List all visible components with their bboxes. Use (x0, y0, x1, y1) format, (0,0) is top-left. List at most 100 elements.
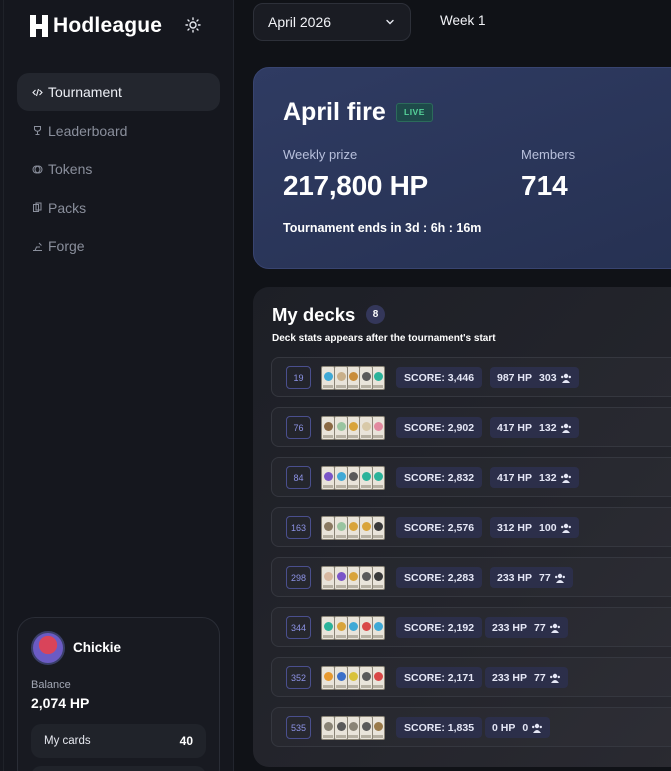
deck-card-thumbnail (321, 366, 335, 390)
deck-row[interactable]: 352 SCORE: 2,171 233 HP 77 (271, 657, 671, 697)
deck-hp: 312 HP (497, 521, 533, 534)
deck-score: SCORE: 2,283 (396, 567, 483, 588)
user-menu-item[interactable] (31, 766, 206, 771)
deck-id-badge: 298 (286, 566, 311, 589)
deck-prize-chip: 312 HP 100 (490, 517, 579, 538)
deck-card-thumbnail (358, 366, 373, 390)
deck-card-thumbnail (346, 466, 360, 490)
week-tab[interactable]: Week 1 (440, 13, 486, 28)
nav-item-label: Packs (48, 199, 87, 216)
avatar[interactable] (31, 631, 65, 665)
deck-prize-chip: 987 HP 303 (490, 367, 579, 388)
deck-card-thumbnail (346, 616, 360, 640)
deck-card-thumbnail (333, 566, 348, 590)
deck-hp: 987 HP (497, 371, 533, 384)
deck-card-thumbnail (333, 366, 348, 390)
nav-item-label: Leaderboard (48, 122, 128, 139)
deck-card-thumbnail (358, 616, 373, 640)
deck-cards (321, 716, 385, 740)
deck-row[interactable]: 344 SCORE: 2,192 233 HP 77 (271, 607, 671, 647)
live-badge: LIVE (396, 103, 433, 122)
deck-id-badge: 163 (286, 516, 311, 539)
deck-card-thumbnail (371, 616, 385, 640)
deck-members-count: 132 (539, 471, 557, 484)
sidebar-edge (3, 0, 4, 771)
crowd-icon (560, 473, 571, 483)
deck-id-badge: 76 (286, 416, 311, 439)
decks-count-badge: 8 (366, 305, 385, 324)
deck-card-thumbnail (358, 716, 373, 740)
deck-score: SCORE: 1,835 (396, 717, 483, 738)
deck-prize-chip: 233 HP 77 (485, 617, 568, 638)
deck-members-count: 0 (522, 721, 529, 734)
nav-item-label: Tournament (48, 84, 122, 100)
deck-card-thumbnail (333, 716, 348, 740)
deck-card-thumbnail (358, 566, 373, 590)
prize-label: Weekly prize (283, 147, 358, 162)
deck-id-badge: 344 (286, 616, 311, 639)
deck-prize-chip: 233 HP 77 (490, 567, 573, 588)
deck-card-thumbnail (371, 466, 385, 490)
deck-row[interactable]: 19 SCORE: 3,446 987 HP 303 (271, 357, 671, 397)
deck-prize-chip: 233 HP 77 (485, 667, 568, 688)
month-select[interactable]: April 2026 (253, 3, 411, 41)
deck-hp: 0 HP (492, 721, 516, 734)
nav-item-tournament[interactable]: Tournament (17, 73, 220, 111)
deck-card-thumbnail (333, 466, 348, 490)
deck-card-thumbnail (321, 616, 335, 640)
deck-members-count: 77 (534, 671, 546, 684)
my-cards-count: 40 (179, 734, 193, 748)
deck-row[interactable]: 163 SCORE: 2,576 312 HP 100 (271, 507, 671, 547)
deck-cards (321, 516, 385, 540)
deck-hp: 233 HP (497, 571, 533, 584)
deck-score: SCORE: 2,832 (396, 467, 483, 488)
members-value: 714 (521, 170, 568, 201)
nav-item-packs[interactable]: Packs (17, 189, 220, 227)
deck-card-thumbnail (346, 666, 360, 690)
deck-members-count: 303 (539, 371, 557, 384)
decks-subtitle: Deck stats appears after the tournament'… (272, 333, 496, 344)
nav-item-forge[interactable]: Forge (17, 227, 220, 265)
brand-name: Hodleague (53, 14, 163, 37)
deck-card-thumbnail (371, 416, 385, 440)
deck-card-thumbnail (371, 366, 385, 390)
nav-item-label: Forge (48, 238, 85, 255)
deck-members-count: 77 (534, 621, 546, 634)
nav-item-tokens[interactable]: Tokens (17, 150, 220, 188)
cards-icon (31, 202, 43, 214)
deck-row[interactable]: 76 SCORE: 2,902 417 HP 132 (271, 407, 671, 447)
deck-id-badge: 19 (286, 366, 311, 389)
deck-id-badge: 352 (286, 666, 311, 689)
members-label: Members (521, 147, 576, 162)
deck-card-thumbnail (333, 416, 348, 440)
month-select-value: April 2026 (268, 14, 332, 30)
deck-row[interactable]: 84 SCORE: 2,832 417 HP 132 (271, 457, 671, 497)
theme-toggle-button[interactable] (182, 14, 204, 36)
deck-card-thumbnail (358, 666, 373, 690)
tournament-countdown: Tournament ends in 3d : 6h : 16m (283, 221, 482, 235)
nav-item-leaderboard[interactable]: Leaderboard (17, 112, 220, 150)
deck-hp: 417 HP (497, 471, 533, 484)
coins-icon (31, 163, 43, 175)
deck-hp: 417 HP (497, 421, 533, 434)
deck-score: SCORE: 2,171 (396, 667, 483, 688)
my-cards-button[interactable]: My cards 40 (31, 724, 206, 758)
decks-title: My decks (272, 304, 356, 325)
deck-card-thumbnail (321, 416, 335, 440)
deck-cards (321, 666, 385, 690)
deck-card-thumbnail (358, 466, 373, 490)
deck-cards (321, 466, 385, 490)
deck-prize-chip: 417 HP 132 (490, 417, 579, 438)
deck-row[interactable]: 535 SCORE: 1,835 0 HP 0 (271, 707, 671, 747)
crowd-icon (549, 673, 560, 683)
deck-card-thumbnail (321, 516, 335, 540)
deck-card-thumbnail (346, 516, 360, 540)
deck-id-badge: 84 (286, 466, 311, 489)
deck-members-count: 100 (539, 521, 557, 534)
hodleague-logo-icon (30, 15, 48, 37)
deck-row[interactable]: 298 SCORE: 2,283 233 HP 77 (271, 557, 671, 597)
deck-card-thumbnail (371, 566, 385, 590)
brand-logo[interactable]: Hodleague (30, 14, 162, 38)
balance-label: Balance (31, 679, 71, 691)
deck-score: SCORE: 3,446 (396, 367, 483, 388)
